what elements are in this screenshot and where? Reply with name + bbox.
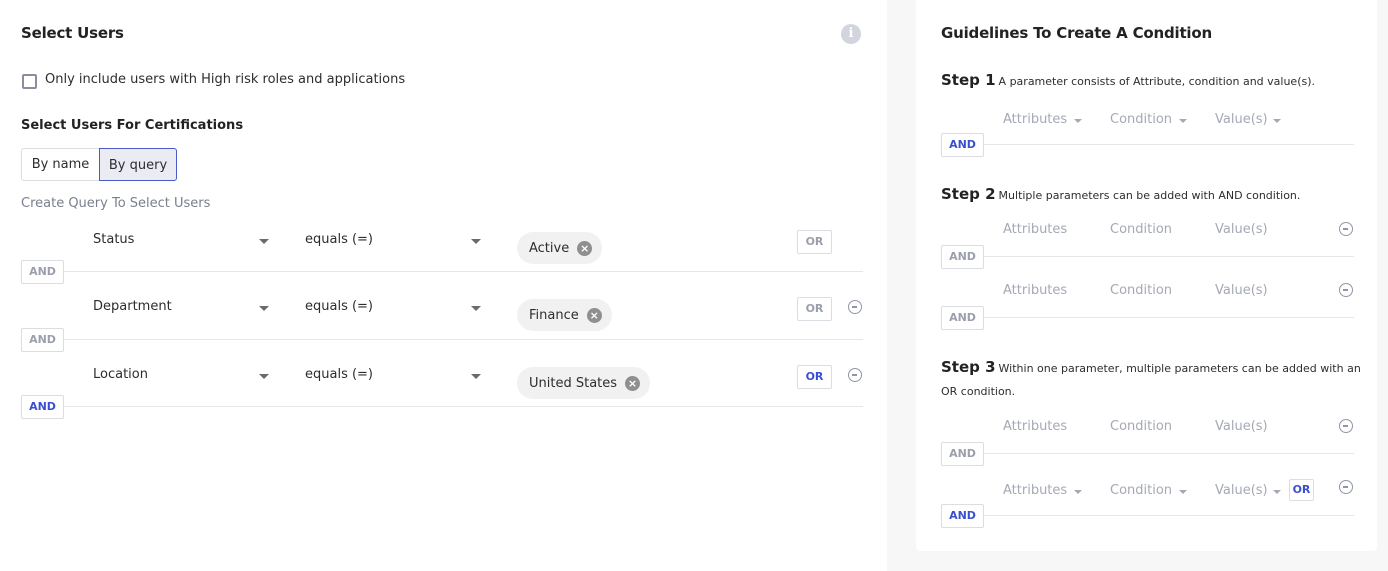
example-values: Value(s)	[1215, 283, 1268, 298]
attribute-select[interactable]: Location	[93, 367, 148, 382]
value-chip: United States ×	[517, 367, 651, 399]
remove-row-icon[interactable]	[848, 368, 862, 382]
chevron-down-icon	[1273, 119, 1281, 123]
or-button[interactable]: OR	[797, 365, 832, 389]
remove-value-icon[interactable]: ×	[586, 307, 602, 323]
value-chip-label: Active	[529, 240, 570, 256]
step-1-text: A parameter consists of Attribute, condi…	[998, 75, 1316, 88]
example-and-button: AND	[941, 133, 984, 157]
value-chip-label: Finance	[529, 307, 579, 323]
example-attributes: Attributes	[1003, 222, 1068, 237]
step-2-text: Multiple parameters can be added with AN…	[998, 189, 1301, 202]
chevron-down-icon	[1273, 490, 1281, 494]
by-name-tab[interactable]: By name	[22, 149, 99, 180]
remove-icon	[1339, 480, 1353, 494]
attribute-chevron-down-icon[interactable]	[259, 239, 269, 244]
remove-row-icon[interactable]	[848, 300, 862, 314]
condition-chevron-down-icon[interactable]	[471, 374, 481, 379]
attribute-chevron-down-icon[interactable]	[259, 306, 269, 311]
remove-icon	[1339, 283, 1353, 297]
attribute-select[interactable]: Department	[93, 299, 172, 314]
row-divider	[64, 339, 863, 340]
example-divider	[984, 515, 1354, 516]
step-3-label: Step 3	[941, 358, 996, 376]
step-3-text: Within one parameter, multiple parameter…	[998, 362, 1361, 375]
chevron-down-icon	[1179, 119, 1187, 123]
example-attributes: Attributes	[1003, 283, 1068, 298]
example-and-button: AND	[941, 245, 984, 269]
chevron-down-icon	[1179, 490, 1187, 494]
value-chip-label: United States	[529, 375, 618, 391]
example-and-button: AND	[941, 306, 984, 330]
example-attributes: Attributes	[1003, 419, 1068, 434]
example-and-button: AND	[941, 442, 984, 466]
or-button[interactable]: OR	[797, 230, 832, 254]
example-condition: Condition	[1110, 419, 1173, 434]
step-1-description: Step 1A parameter consists of Attribute,…	[941, 71, 1315, 89]
example-attributes: Attributes	[1003, 483, 1068, 498]
high-risk-checkbox[interactable]	[22, 74, 37, 89]
certification-subtitle: Select Users For Certifications	[21, 118, 244, 133]
example-divider	[984, 453, 1354, 454]
remove-value-icon[interactable]: ×	[625, 375, 641, 391]
condition-chevron-down-icon[interactable]	[471, 306, 481, 311]
condition-select[interactable]: equals (=)	[305, 232, 373, 247]
query-label: Create Query To Select Users	[21, 196, 211, 211]
condition-chevron-down-icon[interactable]	[471, 239, 481, 244]
step-1-label: Step 1	[941, 71, 996, 89]
and-button[interactable]: AND	[21, 395, 64, 419]
attribute-chevron-down-icon[interactable]	[259, 374, 269, 379]
by-query-tab[interactable]: By query	[99, 148, 177, 181]
or-button[interactable]: OR	[797, 297, 832, 321]
step-3-text-continued: OR condition.	[941, 385, 1016, 398]
example-attributes: Attributes	[1003, 112, 1068, 127]
example-divider	[984, 317, 1354, 318]
example-condition: Condition	[1110, 222, 1173, 237]
remove-icon	[1339, 419, 1353, 433]
row-divider	[64, 271, 863, 272]
step-2-description: Step 2 Multiple parameters can be added w…	[941, 185, 1300, 203]
example-divider	[984, 256, 1354, 257]
step-2-label: Step 2	[941, 185, 996, 203]
example-or-button: OR	[1289, 479, 1314, 501]
step-3-description: Step 3 Within one parameter, multiple par…	[941, 358, 1361, 376]
remove-icon	[1339, 222, 1353, 236]
guidelines-title: Guidelines To Create A Condition	[941, 24, 1212, 42]
condition-select[interactable]: equals (=)	[305, 367, 373, 382]
example-condition: Condition	[1110, 112, 1173, 127]
example-values: Value(s)	[1215, 222, 1268, 237]
value-chip: Finance ×	[517, 299, 612, 331]
and-button[interactable]: AND	[21, 260, 64, 284]
example-values: Value(s)	[1215, 419, 1268, 434]
remove-value-icon[interactable]: ×	[577, 240, 593, 256]
value-chip: Active ×	[517, 232, 603, 264]
example-values: Value(s)	[1215, 483, 1268, 498]
example-condition: Condition	[1110, 483, 1173, 498]
example-and-button: AND	[941, 504, 984, 528]
example-condition: Condition	[1110, 283, 1173, 298]
high-risk-checkbox-label[interactable]: Only include users with High risk roles …	[45, 72, 405, 87]
chevron-down-icon	[1074, 119, 1082, 123]
row-divider	[64, 406, 863, 407]
condition-select[interactable]: equals (=)	[305, 299, 373, 314]
attribute-select[interactable]: Status	[93, 232, 134, 247]
example-divider	[984, 144, 1354, 145]
and-button[interactable]: AND	[21, 328, 64, 352]
chevron-down-icon	[1074, 490, 1082, 494]
selection-mode-toggle: By name By query	[21, 148, 177, 181]
example-values: Value(s)	[1215, 112, 1268, 127]
